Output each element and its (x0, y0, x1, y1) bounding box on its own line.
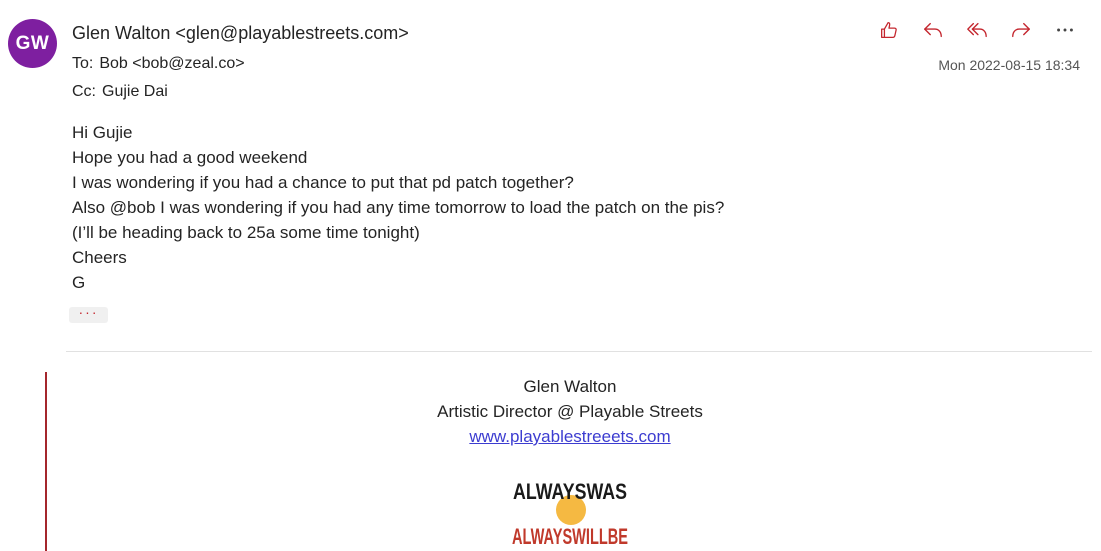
signature-title: Artistic Director @ Playable Streets (437, 402, 703, 421)
to-line: To: Bob <bob@zeal.co> (72, 55, 245, 73)
forward-button[interactable] (1006, 16, 1036, 44)
forward-icon (1012, 22, 1030, 38)
body-line: Cheers (72, 248, 127, 267)
message-body: Hi Gujie Hope you had a good weekend I w… (72, 120, 724, 295)
svg-text:ALWAYSWILLBE: ALWAYSWILLBE (512, 524, 628, 549)
more-actions-icon (1057, 28, 1073, 32)
body-line: Hi Gujie (72, 123, 133, 142)
body-line: G (72, 273, 86, 292)
cc-label: Cc: (72, 83, 96, 100)
signature-divider (66, 351, 1092, 352)
message-actions (874, 16, 1080, 44)
sender-avatar[interactable]: GW (8, 19, 57, 68)
reply-button[interactable] (918, 16, 948, 44)
body-line: Hope you had a good weekend (72, 148, 308, 167)
to-label: To: (72, 55, 94, 72)
body-line: (I’ll be heading back to 25a some time t… (72, 223, 420, 242)
message-date: Mon 2022-08-15 18:34 (938, 57, 1080, 73)
signature-link[interactable]: www.playablestreeets.com (469, 427, 670, 446)
to-recipient[interactable]: Bob <bob@zeal.co> (99, 55, 244, 72)
signature: Glen Walton Artistic Director @ Playable… (0, 374, 1101, 449)
more-actions-button[interactable] (1050, 16, 1080, 44)
cc-recipient[interactable]: Gujie Dai (102, 83, 168, 100)
svg-text:ALWAYSWAS: ALWAYSWAS (513, 479, 627, 504)
signature-name: Glen Walton (523, 377, 617, 396)
reply-icon (924, 22, 942, 38)
cc-line: Cc: Gujie Dai (72, 83, 168, 101)
reply-all-button[interactable] (962, 16, 992, 44)
body-line: I was wondering if you had a chance to p… (72, 173, 574, 192)
show-trimmed-content-button[interactable]: ··· (69, 305, 108, 323)
like-icon (881, 22, 897, 38)
body-line: Also @bob I was wondering if you had any… (72, 198, 725, 217)
reply-all-icon (967, 22, 987, 38)
always-was-always-will-be-logo: ALWAYSWAS ALWAYSWILLBE (512, 479, 628, 549)
sender-name[interactable]: Glen Walton <glen@playablestreets.com> (72, 23, 409, 44)
like-button[interactable] (874, 16, 904, 44)
